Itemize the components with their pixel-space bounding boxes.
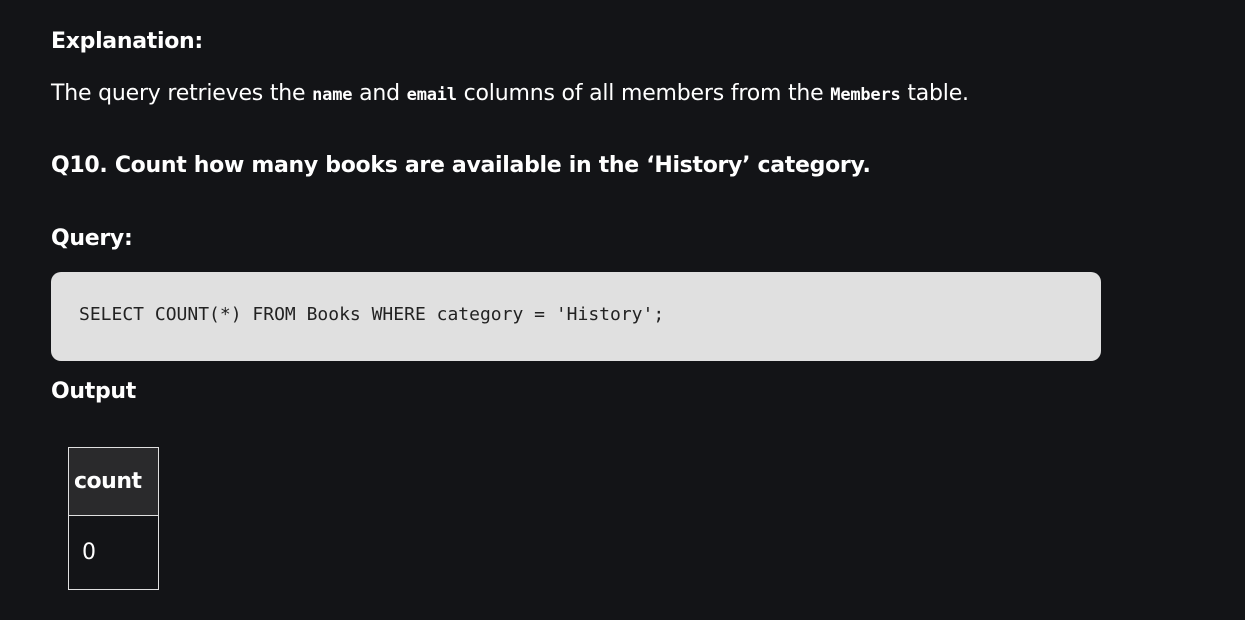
table-cell: 0 [68, 515, 159, 590]
text: and [352, 81, 407, 106]
explanation-heading: Explanation: [51, 29, 203, 54]
inline-code-email: email [406, 85, 457, 105]
code-block: SELECT COUNT(*) FROM Books WHERE categor… [51, 272, 1101, 361]
text: The query retrieves the [51, 81, 313, 106]
output-heading: Output [51, 379, 137, 404]
question-heading: Q10. Count how many books are available … [51, 153, 871, 178]
query-heading: Query: [51, 226, 133, 251]
table-row: 0 [68, 515, 159, 590]
inline-code-members: Members [830, 85, 901, 105]
table-header-count: count [68, 447, 159, 516]
text: table. [900, 81, 969, 106]
sql-code: SELECT COUNT(*) FROM Books WHERE categor… [79, 304, 665, 325]
text: columns of all members from the [456, 81, 831, 106]
table-header-row: count [68, 447, 159, 516]
inline-code-name: name [312, 85, 353, 105]
output-table: count 0 [68, 447, 159, 590]
explanation-text: The query retrieves the name and email c… [51, 81, 969, 106]
